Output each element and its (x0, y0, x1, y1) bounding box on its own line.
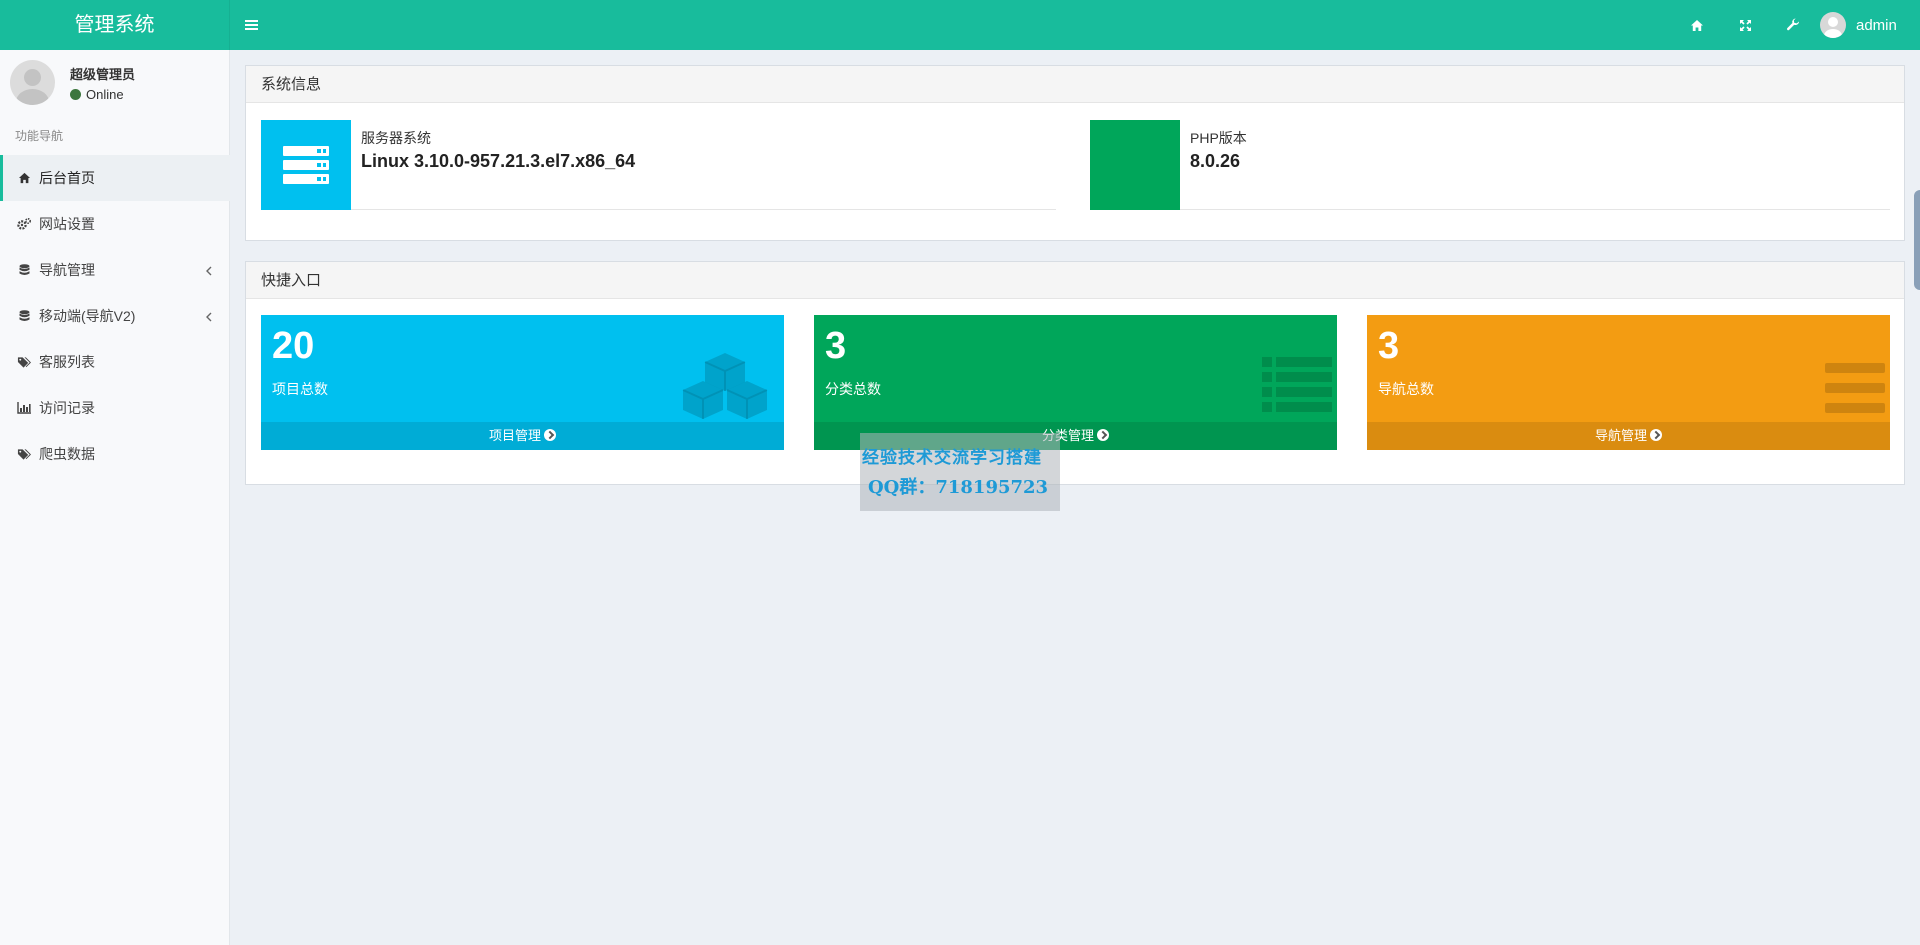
project-label: 项目总数 (272, 381, 328, 397)
user-avatar (1820, 12, 1846, 38)
sidebar-item-label: 客服列表 (39, 354, 95, 370)
sidebar-item-label: 访问记录 (39, 400, 95, 416)
project-count: 20 (272, 325, 315, 367)
sidebar-item-customer-service[interactable]: 客服列表 (0, 339, 230, 385)
side-drawer-handle[interactable] (1914, 190, 1920, 290)
arrow-circle-right-icon (1650, 429, 1662, 441)
sidebar-item-nav-management[interactable]: 导航管理 (0, 247, 230, 293)
wrench-icon (1786, 18, 1800, 31)
sidebar-item-mobile-nav[interactable]: 移动端(导航V2) (0, 293, 230, 339)
divider (1180, 209, 1890, 210)
project-manage-label: 项目管理 (488, 428, 541, 443)
database-icon (17, 309, 31, 323)
hamburger-icon (244, 24, 258, 26)
sidebar-item-home[interactable]: 后台首页 (0, 155, 230, 201)
server-icon (261, 120, 351, 210)
bar-chart-icon (17, 401, 31, 415)
tags-icon (17, 447, 31, 461)
server-info-box: 服务器系统 Linux 3.10.0-957.21.3.el7.x86_64 (261, 120, 1056, 210)
chevron-left-icon (206, 309, 212, 325)
top-header: 管理系统 admin (0, 0, 1920, 50)
bars-icon (1825, 363, 1885, 413)
fullscreen-button[interactable] (1725, 0, 1765, 50)
php-value: 8.0.26 (1190, 151, 1241, 171)
php-icon (1090, 120, 1180, 210)
user-menu[interactable]: admin (1820, 0, 1897, 50)
sidebar-item-label: 移动端(导航V2) (39, 308, 136, 324)
online-dot-icon (70, 89, 81, 100)
fullscreen-icon (1739, 19, 1751, 31)
server-label: 服务器系统 (361, 130, 431, 146)
watermark-line-2: QQ群：718195723 (868, 477, 1049, 498)
settings-wrench-button[interactable] (1773, 0, 1813, 50)
php-info-box: PHP版本 8.0.26 (1090, 120, 1890, 210)
sidebar-avatar (10, 60, 55, 105)
home-icon (17, 171, 31, 185)
sidebar-item-crawler-data[interactable]: 爬虫数据 (0, 431, 230, 477)
database-icon (17, 263, 31, 277)
user-panel: 超级管理员 Online (0, 50, 230, 130)
home-icon (1691, 19, 1703, 31)
app-logo[interactable]: 管理系统 (0, 0, 230, 50)
gears-icon (17, 217, 31, 231)
sidebar-user-status: Online (70, 87, 124, 102)
home-link-button[interactable] (1677, 0, 1717, 50)
project-stat-box: 20 项目总数 项目管理 (261, 315, 784, 450)
sidebar-item-label: 导航管理 (39, 262, 95, 278)
nav-manage-label: 导航管理 (1594, 428, 1647, 443)
sidebar-item-label: 爬虫数据 (39, 446, 95, 462)
divider (351, 209, 1056, 210)
user-menu-name: admin (1856, 16, 1897, 34)
category-label: 分类总数 (825, 381, 881, 397)
nav-label: 导航总数 (1378, 381, 1434, 397)
server-value: Linux 3.10.0-957.21.3.el7.x86_64 (361, 151, 636, 171)
tags-icon (17, 355, 31, 369)
sidebar-item-label: 后台首页 (39, 170, 95, 186)
chevron-left-icon (206, 263, 212, 279)
quick-entry-panel: 快捷入口 20 项目总数 项目管理 3 分类总数 分类管理 3 导航总数 导航管… (245, 261, 1905, 485)
quick-entry-title: 快捷入口 (246, 262, 1904, 299)
nav-manage-link[interactable]: 导航管理 (1367, 422, 1890, 450)
category-count: 3 (825, 325, 847, 367)
cubes-icon (682, 353, 768, 419)
system-info-panel: 系统信息 服务器系统 Linux 3.10.0-957.21.3.el7.x86… (245, 65, 1905, 241)
sidebar-item-visit-log[interactable]: 访问记录 (0, 385, 230, 431)
sidebar-menu: 后台首页 网站设置 导航管理 移动端(导航V2) 客服列表 访问记录 爬虫数据 (0, 155, 230, 477)
system-info-title: 系统信息 (246, 66, 1904, 103)
nav-stat-box: 3 导航总数 导航管理 (1367, 315, 1890, 450)
category-stat-box: 3 分类总数 分类管理 (814, 315, 1337, 450)
status-text: Online (86, 87, 124, 102)
sidebar-toggle-button[interactable] (236, 0, 266, 50)
watermark-line-1: 经验技术交流学习搭建 (862, 448, 1042, 468)
sidebar-item-label: 网站设置 (39, 216, 95, 232)
arrow-circle-right-icon (544, 429, 556, 441)
watermark-overlay: 经验技术交流学习搭建 QQ群：718195723 (860, 433, 1060, 511)
sidebar-user-name: 超级管理员 (70, 67, 136, 82)
project-manage-link[interactable]: 项目管理 (261, 422, 784, 450)
arrow-circle-right-icon (1097, 429, 1109, 441)
sidebar: 超级管理员 Online 功能导航 后台首页 网站设置 导航管理 移动端(导航V… (0, 50, 230, 945)
nav-count: 3 (1378, 325, 1400, 367)
nav-header: 功能导航 (15, 129, 64, 143)
list-icon (1262, 357, 1332, 412)
php-label: PHP版本 (1190, 130, 1247, 146)
sidebar-item-site-settings[interactable]: 网站设置 (0, 201, 230, 247)
